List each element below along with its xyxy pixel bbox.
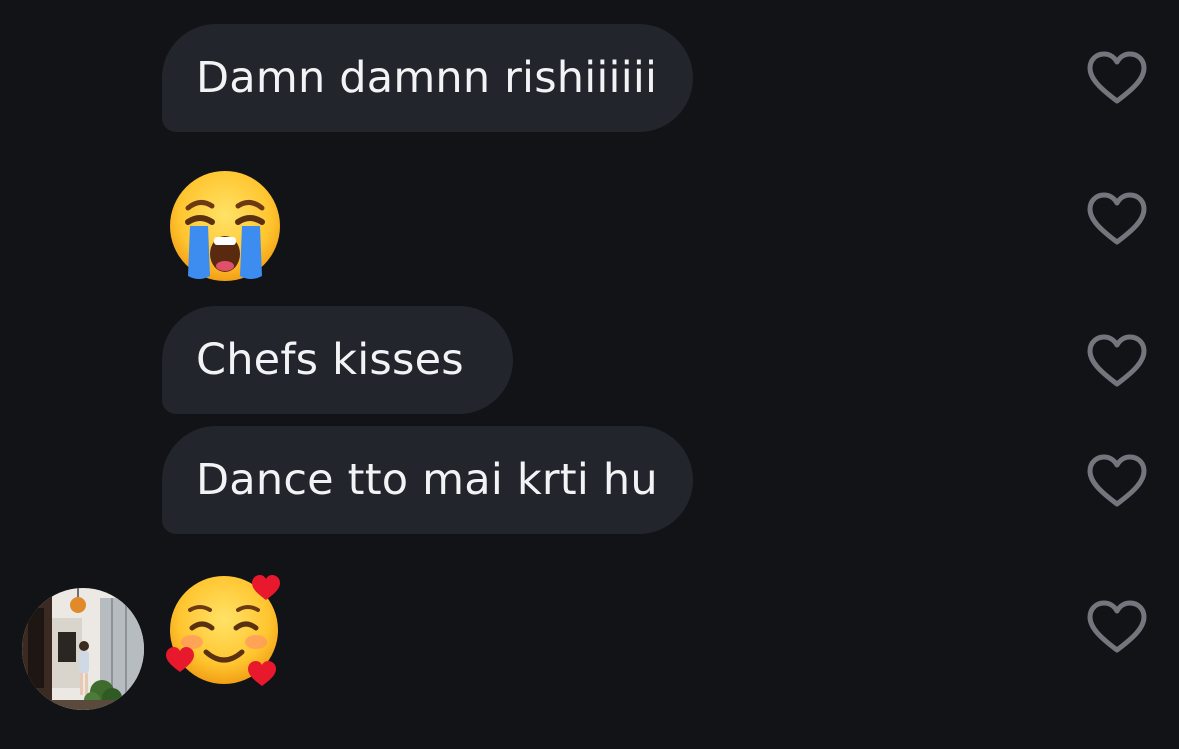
sender-avatar[interactable] xyxy=(22,588,144,710)
heart-outline-icon[interactable] xyxy=(1087,454,1147,508)
message-bubble[interactable]: Chefs kisses xyxy=(162,306,513,414)
message-bubble[interactable]: Dance tto mai krti hu xyxy=(162,426,693,534)
message-row xyxy=(0,570,1179,690)
loudly-crying-face-icon[interactable] xyxy=(166,168,284,286)
heart-outline-icon[interactable] xyxy=(1087,334,1147,388)
message-text: Dance tto mai krti hu xyxy=(196,454,658,505)
heart-outline-icon[interactable] xyxy=(1087,51,1147,105)
message-row xyxy=(0,168,1179,286)
message-text: Damn damnn rishiiiiii xyxy=(196,52,658,103)
heart-outline-icon[interactable] xyxy=(1087,192,1147,246)
heart-outline-icon[interactable] xyxy=(1087,600,1147,654)
message-row: Dance tto mai krti hu xyxy=(0,426,1179,534)
avatar-photo-icon xyxy=(22,588,144,710)
message-row: Chefs kisses xyxy=(0,306,1179,414)
message-text: Chefs kisses xyxy=(196,334,464,385)
smiling-face-with-hearts-icon[interactable] xyxy=(166,570,284,688)
message-row: Damn damnn rishiiiiii xyxy=(0,24,1179,132)
message-bubble[interactable]: Damn damnn rishiiiiii xyxy=(162,24,693,132)
